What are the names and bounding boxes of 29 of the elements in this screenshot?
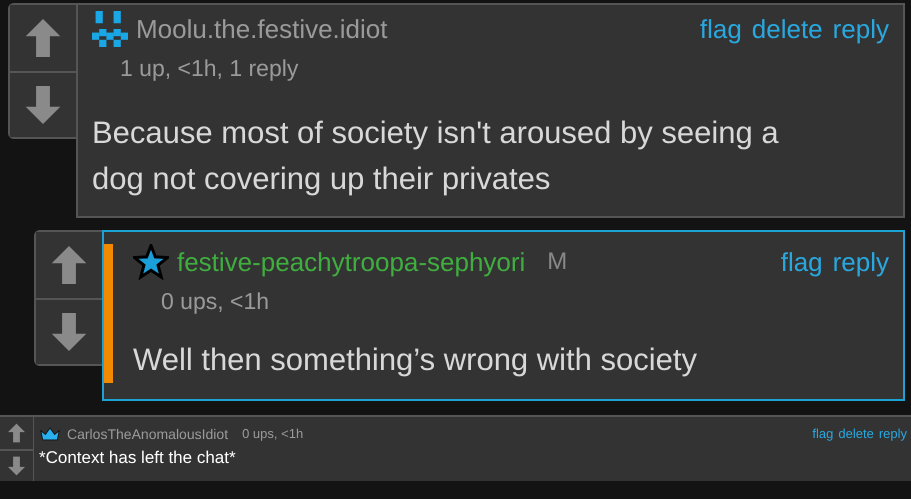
comment-text: Because most of society isn't aroused by seeing a dog not covering up their privates (92, 114, 780, 198)
action-link[interactable]: reply (832, 246, 889, 278)
mod-label: M (547, 248, 568, 276)
action-link[interactable]: flag (700, 14, 742, 44)
pixel-face-icon (92, 11, 128, 47)
username[interactable]: Moolu.the.festive.idiot (136, 14, 388, 44)
up-arrow-icon (25, 19, 61, 57)
down-arrow-icon (25, 86, 61, 124)
action-link[interactable]: flag (812, 426, 834, 441)
action-link[interactable]: flag (780, 246, 823, 278)
action-link[interactable]: reply (832, 14, 889, 44)
down-arrow-icon (8, 456, 25, 476)
crown-icon (39, 425, 61, 442)
downvote-button[interactable] (10, 71, 76, 137)
star-icon (133, 244, 169, 280)
comment-meta: 0 ups, <1h (161, 288, 270, 315)
comment-text: Well then something’s wrong with society (133, 341, 698, 379)
action-link[interactable]: delete (752, 14, 823, 44)
up-arrow-icon (51, 246, 87, 284)
comment-text: *Context has left the chat* (39, 447, 237, 469)
action-link[interactable]: delete (838, 426, 874, 441)
username[interactable]: CarlosTheAnomalousIdiot (67, 426, 228, 442)
comment-meta: 1 up, <1h, 1 reply (120, 55, 300, 82)
comment-meta: 0 ups, <1h (242, 426, 304, 441)
down-arrow-icon (51, 313, 87, 351)
username[interactable]: festive-peachytroopa-sephyori (177, 246, 526, 278)
downvote-button[interactable] (36, 298, 102, 364)
action-link[interactable]: reply (878, 426, 907, 441)
up-arrow-icon (8, 423, 25, 443)
